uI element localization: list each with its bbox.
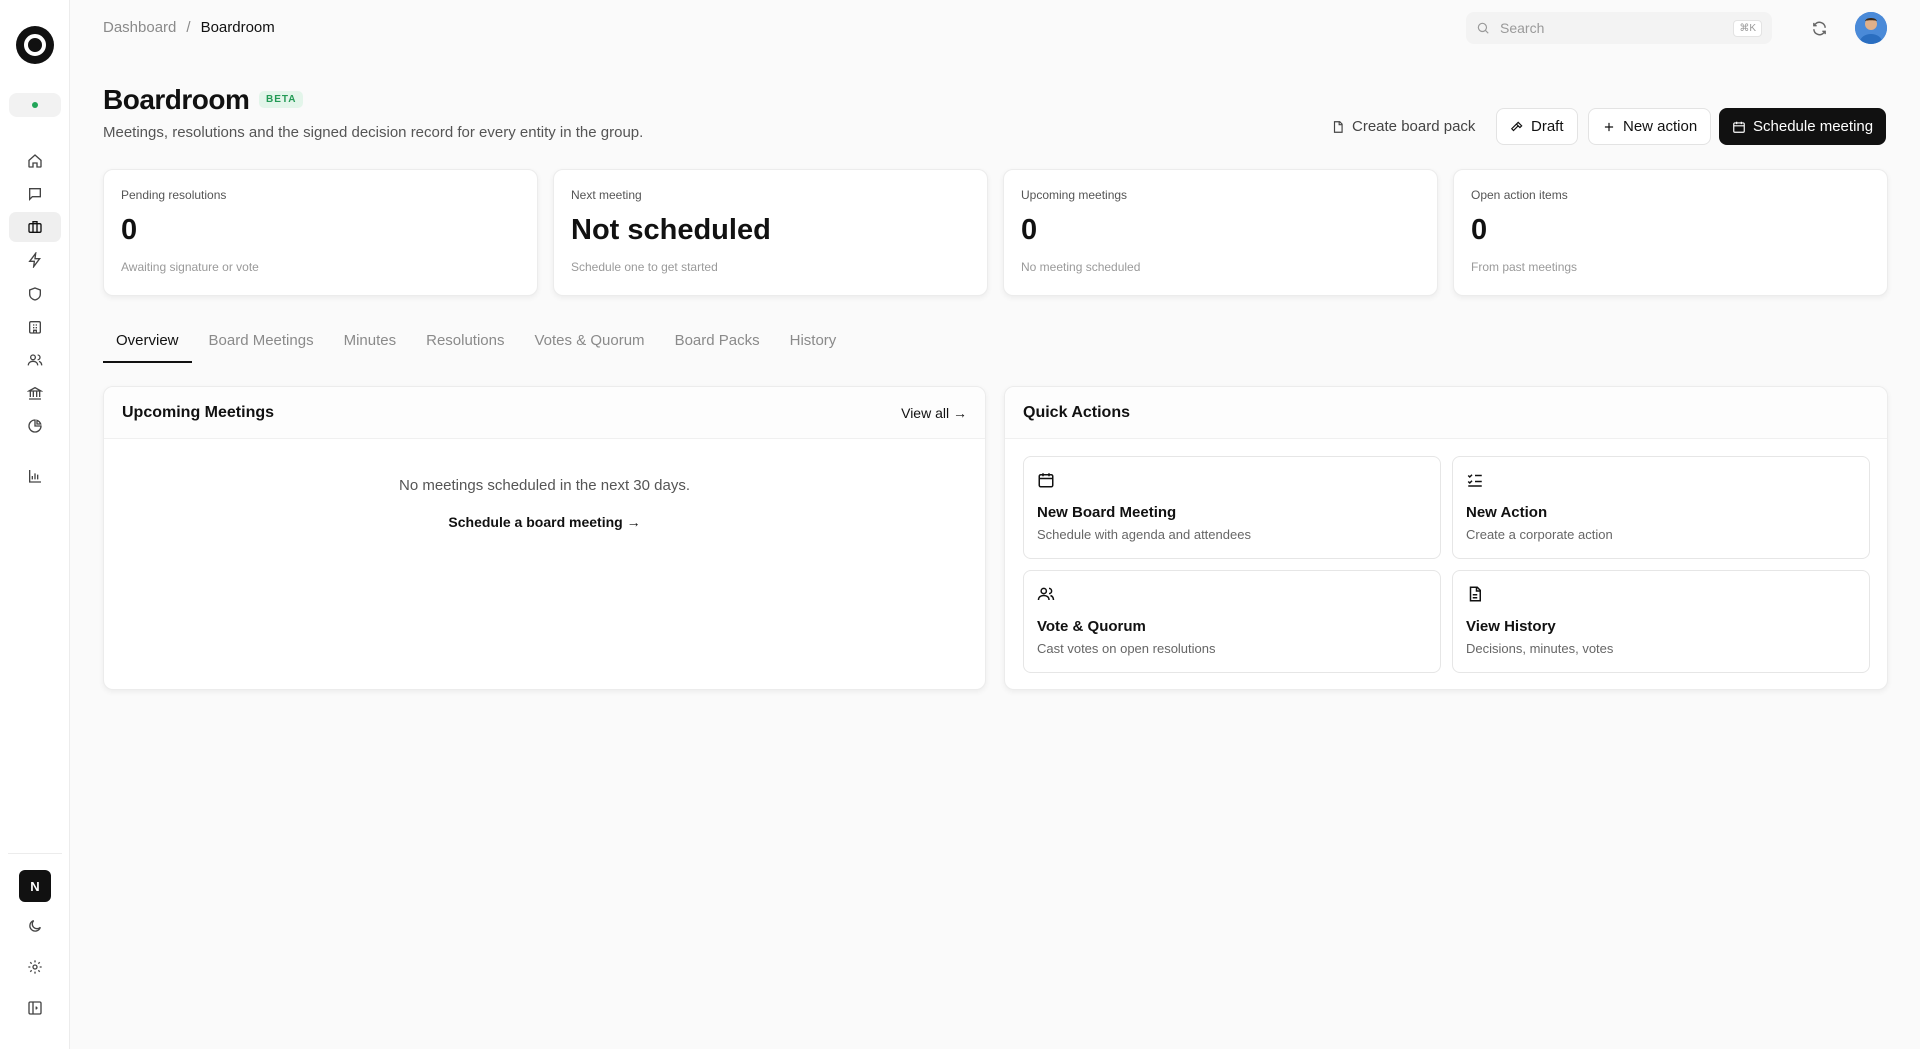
search-icon: [1477, 22, 1489, 34]
stat-label: Open action items: [1471, 188, 1568, 202]
calendar-icon: [1038, 473, 1054, 488]
page-title: Boardroom: [103, 84, 250, 115]
briefcase-icon[interactable]: [9, 212, 61, 242]
quick-actions-panel: Quick Actions New Board Meeting Schedule…: [1004, 386, 1888, 690]
quick-action-title: New Board Meeting: [1037, 504, 1177, 521]
quick-action-desc: Create a corporate action: [1466, 527, 1613, 542]
home-icon[interactable]: [9, 146, 61, 176]
org-switcher[interactable]: [9, 93, 61, 117]
sidebar-divider: [8, 853, 62, 854]
quick-action-desc: Cast votes on open resolutions: [1037, 641, 1216, 656]
new-action-label: New action: [1623, 118, 1698, 135]
search-placeholder: Search: [1500, 20, 1545, 36]
tab-votes-quorum[interactable]: Votes & Quorum: [522, 321, 658, 363]
logo-icon[interactable]: [16, 26, 54, 64]
users-icon[interactable]: [9, 345, 61, 375]
bank-icon[interactable]: [9, 378, 61, 408]
hammer-icon: [1510, 121, 1523, 131]
create-board-pack-label: Create board pack: [1352, 118, 1476, 135]
stat-value: 0: [121, 214, 138, 246]
beta-badge: BETA: [259, 91, 304, 108]
panel-title: Upcoming Meetings: [122, 403, 275, 421]
tab-board-meetings[interactable]: Board Meetings: [196, 321, 327, 363]
checklist-icon: [1467, 474, 1482, 487]
message-icon[interactable]: [9, 179, 61, 209]
tab-overview[interactable]: Overview: [103, 321, 192, 363]
stat-label: Pending resolutions: [121, 188, 227, 202]
building-icon[interactable]: [9, 312, 61, 342]
stat-value: Not scheduled: [571, 214, 771, 246]
quick-action-new-board-meeting[interactable]: New Board Meeting Schedule with agenda a…: [1023, 456, 1441, 559]
stat-note: No meeting scheduled: [1021, 260, 1141, 274]
tab-history[interactable]: History: [777, 321, 850, 363]
view-all-link[interactable]: View all →: [901, 405, 967, 421]
breadcrumb: Dashboard / Boardroom: [103, 19, 275, 36]
plus-icon: [1604, 122, 1614, 131]
tab-resolutions[interactable]: Resolutions: [413, 321, 517, 363]
quick-action-vote-quorum[interactable]: Vote & Quorum Cast votes on open resolut…: [1023, 570, 1441, 673]
tab-bar: Overview Board Meetings Minutes Resoluti…: [103, 321, 853, 363]
draft-button[interactable]: Draft: [1496, 108, 1578, 145]
users-icon: [1037, 587, 1055, 601]
bar-chart-icon[interactable]: [9, 461, 61, 491]
search-input[interactable]: Search ⌘K: [1466, 12, 1772, 44]
quick-action-desc: Decisions, minutes, votes: [1466, 641, 1614, 656]
new-action-button[interactable]: New action: [1588, 108, 1712, 145]
quick-action-title: View History: [1466, 618, 1556, 635]
stat-note: Schedule one to get started: [571, 260, 718, 274]
breadcrumb-parent[interactable]: Dashboard: [103, 19, 176, 36]
upcoming-meetings-panel: Upcoming Meetings View all → No meetings…: [103, 386, 986, 690]
moon-icon[interactable]: [9, 911, 61, 941]
stat-label: Upcoming meetings: [1021, 188, 1128, 202]
page-subtitle: Meetings, resolutions and the signed dec…: [103, 124, 644, 141]
stat-note: Awaiting signature or vote: [121, 260, 259, 274]
breadcrumb-current: Boardroom: [200, 19, 275, 36]
stat-card-upcoming-meetings: Upcoming meetings 0 No meeting scheduled: [1003, 169, 1438, 296]
shield-icon[interactable]: [9, 279, 61, 309]
stat-note: From past meetings: [1471, 260, 1578, 274]
create-board-pack-button[interactable]: Create board pack: [1318, 108, 1488, 145]
panel-header: Quick Actions: [1005, 387, 1887, 439]
status-dot: [32, 102, 38, 108]
calendar-icon: [1733, 121, 1745, 133]
refresh-icon[interactable]: [1808, 17, 1830, 39]
tab-minutes[interactable]: Minutes: [331, 321, 410, 363]
sidebar-toggle-icon[interactable]: [9, 993, 61, 1023]
panel-header: Upcoming Meetings View all →: [104, 387, 985, 439]
lightning-icon[interactable]: [9, 245, 61, 275]
schedule-board-meeting-link[interactable]: Schedule a board meeting →: [104, 514, 985, 530]
document-icon: [1333, 120, 1343, 133]
stat-card-next-meeting: Next meeting Not scheduled Schedule one …: [553, 169, 988, 296]
tab-board-packs[interactable]: Board Packs: [662, 321, 773, 363]
quick-action-title: New Action: [1466, 504, 1548, 521]
draft-label: Draft: [1531, 118, 1564, 135]
schedule-meeting-button[interactable]: Schedule meeting: [1719, 108, 1887, 145]
quick-action-desc: Schedule with agenda and attendees: [1037, 527, 1251, 542]
stat-value: 0: [1021, 214, 1038, 246]
pie-chart-icon[interactable]: [9, 411, 61, 441]
breadcrumb-separator: /: [186, 19, 191, 36]
workspace-avatar[interactable]: N: [19, 870, 51, 902]
quick-actions-grid: New Board Meeting Schedule with agenda a…: [1023, 456, 1870, 673]
panel-title: Quick Actions: [1023, 403, 1130, 421]
search-shortcut: ⌘K: [1733, 19, 1762, 37]
stat-label: Next meeting: [571, 188, 642, 202]
avatar[interactable]: [1855, 12, 1887, 44]
sidebar: N: [0, 0, 70, 1049]
stat-card-open-action-items: Open action items 0 From past meetings: [1453, 169, 1888, 296]
quick-action-title: Vote & Quorum: [1037, 618, 1146, 635]
gear-icon[interactable]: [9, 952, 61, 982]
stat-value: 0: [1471, 214, 1488, 246]
schedule-meeting-label: Schedule meeting: [1753, 118, 1874, 135]
quick-action-new-action[interactable]: New Action Create a corporate action: [1452, 456, 1870, 559]
quick-action-view-history[interactable]: View History Decisions, minutes, votes: [1452, 570, 1870, 673]
empty-state-text: No meetings scheduled in the next 30 day…: [398, 477, 690, 494]
stat-card-pending-resolutions: Pending resolutions 0 Awaiting signature…: [103, 169, 538, 296]
document-icon: [1469, 586, 1481, 602]
